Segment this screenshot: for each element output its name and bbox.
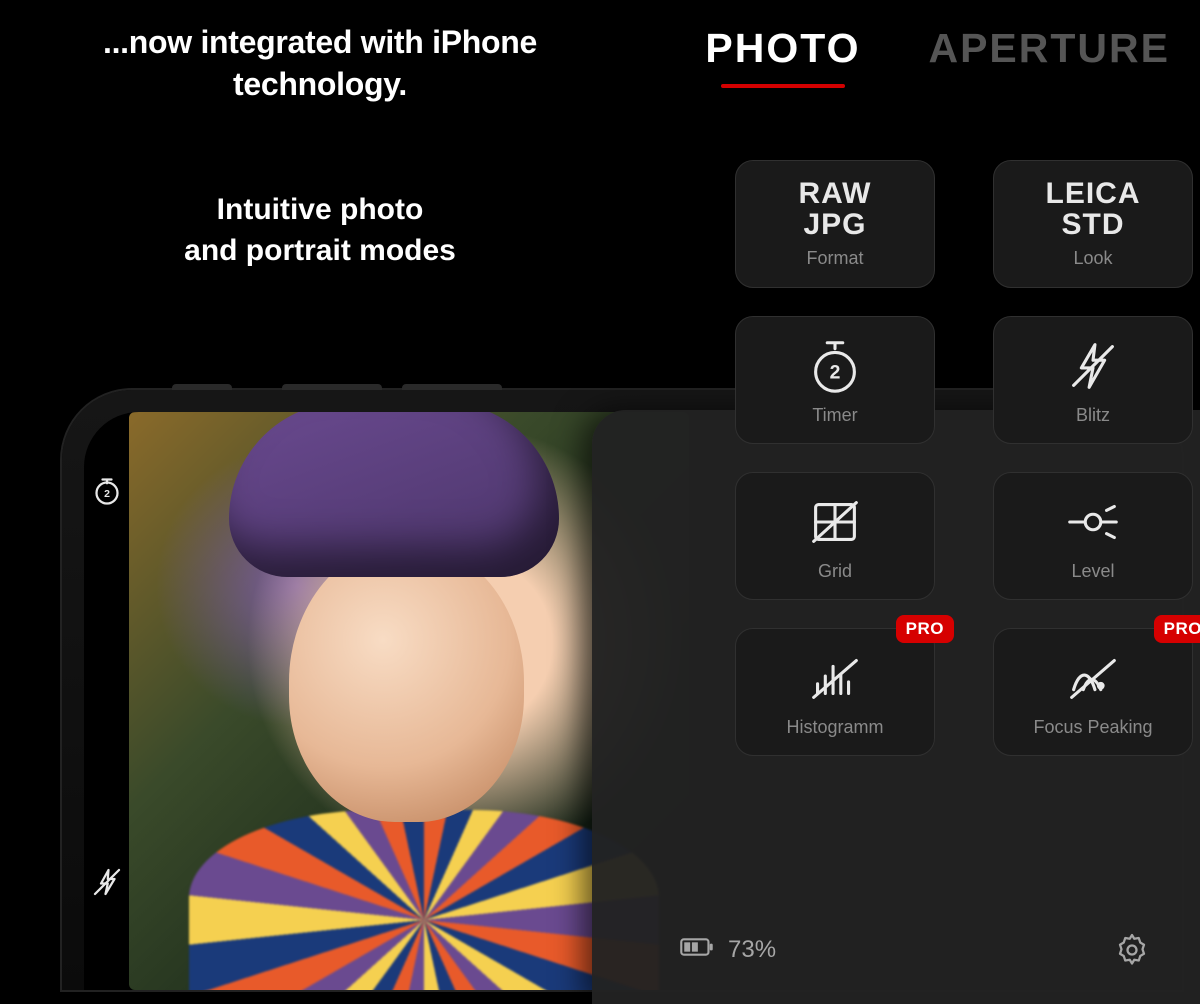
flash-off-icon — [1053, 335, 1133, 397]
battery-status: 73% — [680, 936, 776, 965]
timer-2-icon: 2 — [795, 335, 875, 397]
flash-off-indicator-icon — [89, 864, 125, 900]
battery-icon — [680, 936, 714, 965]
tile-focus-peaking-caption: Focus Peaking — [1033, 717, 1152, 738]
pro-badge: PRO — [1154, 615, 1200, 643]
svg-text:2: 2 — [830, 361, 841, 383]
tile-format-caption: Format — [806, 248, 863, 269]
settings-button[interactable] — [1114, 932, 1150, 968]
tile-level[interactable]: Level — [993, 472, 1193, 600]
tab-aperture[interactable]: APERTURE — [928, 25, 1170, 72]
tile-timer-caption: Timer — [812, 405, 857, 426]
svg-text:2: 2 — [104, 488, 110, 500]
tile-grid[interactable]: Grid — [735, 472, 935, 600]
focus-peaking-off-icon — [1053, 647, 1133, 709]
histogram-off-icon — [795, 647, 875, 709]
settings-tile-grid: RAW JPG Format LEICA STD Look 2 Timer Bl… — [735, 160, 1200, 756]
level-icon — [1053, 491, 1133, 553]
tile-timer[interactable]: 2 Timer — [735, 316, 935, 444]
tile-format[interactable]: RAW JPG Format — [735, 160, 935, 288]
tile-format-value: RAW JPG — [799, 179, 872, 240]
grid-off-icon — [795, 491, 875, 553]
tile-histogram[interactable]: PRO Histogramm — [735, 628, 935, 756]
tile-blitz-caption: Blitz — [1076, 405, 1110, 426]
tile-look-value: LEICA STD — [1046, 179, 1141, 240]
tile-histogram-caption: Histogramm — [786, 717, 883, 738]
timer-indicator-icon: 2 — [89, 472, 125, 508]
tile-blitz[interactable]: Blitz — [993, 316, 1193, 444]
tile-level-caption: Level — [1071, 561, 1114, 582]
tile-look-caption: Look — [1073, 248, 1112, 269]
tile-look[interactable]: LEICA STD Look — [993, 160, 1193, 288]
pro-badge: PRO — [896, 615, 954, 643]
tile-focus-peaking[interactable]: PRO Focus Peaking — [993, 628, 1193, 756]
mode-tabs: PHOTO APERTURE — [705, 25, 1170, 72]
marketing-subhead: Intuitive photo and portrait modes — [100, 190, 540, 271]
tile-grid-caption: Grid — [818, 561, 852, 582]
tab-photo[interactable]: PHOTO — [705, 25, 860, 72]
panel-bottom-bar: 73% — [640, 920, 1180, 980]
battery-percent: 73% — [728, 936, 776, 964]
marketing-headline: ...now integrated with iPhone technology… — [100, 22, 540, 105]
